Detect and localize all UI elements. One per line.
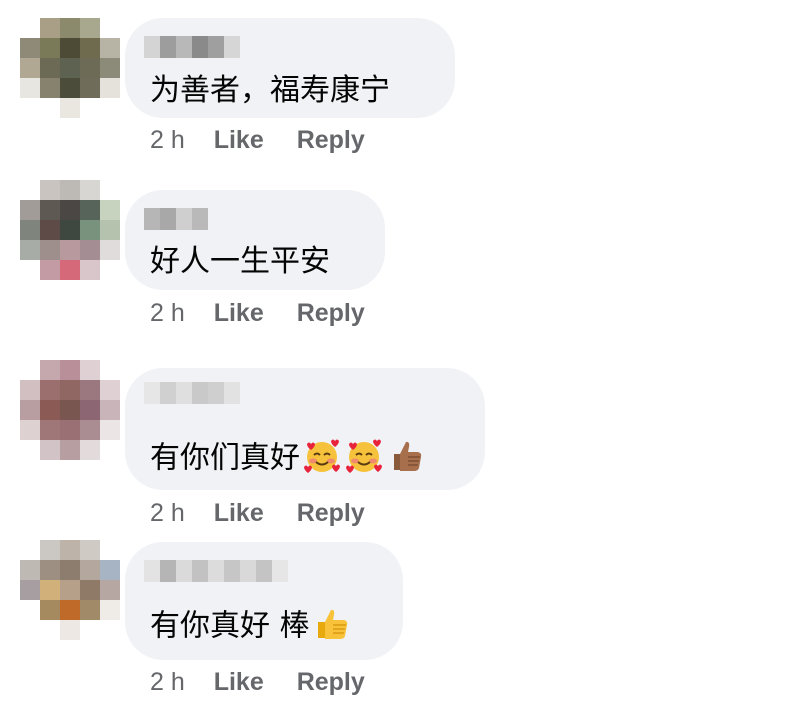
reply-button[interactable]: Reply <box>297 299 365 327</box>
like-button[interactable]: Like <box>214 299 264 327</box>
thumbs-up-icon <box>312 604 352 650</box>
comment-bubble: 有你们真好 <box>125 368 485 490</box>
author-name-blurred[interactable] <box>144 36 240 58</box>
comment-time[interactable]: 2 h <box>150 668 185 696</box>
reply-button[interactable]: Reply <box>297 126 365 154</box>
avatar[interactable] <box>20 180 120 280</box>
comment-actions: 2 h Like Reply <box>150 670 365 695</box>
comment-text: 好人一生平安 <box>150 244 330 279</box>
comment-text: 有你们真好 <box>150 436 426 482</box>
reply-button[interactable]: Reply <box>297 499 365 527</box>
author-name-blurred[interactable] <box>144 208 208 230</box>
like-button[interactable]: Like <box>214 668 264 696</box>
avatar[interactable] <box>20 540 120 640</box>
like-button[interactable]: Like <box>214 126 264 154</box>
comment-time[interactable]: 2 h <box>150 126 185 154</box>
comment-actions: 2 h Like Reply <box>150 128 365 153</box>
comment-time[interactable]: 2 h <box>150 299 185 327</box>
smiling-face-with-hearts-icon <box>344 436 384 482</box>
thumbs-up-medium-skin-icon <box>386 436 426 482</box>
comment-actions: 2 h Like Reply <box>150 501 365 526</box>
comment-bubble: 有你真好 棒 <box>125 542 403 660</box>
avatar[interactable] <box>20 360 120 460</box>
comment-text-body: 有你真好 棒 <box>150 608 310 644</box>
comment-time[interactable]: 2 h <box>150 499 185 527</box>
comment-text-body: 有你们真好 <box>150 440 300 476</box>
reply-button[interactable]: Reply <box>297 668 365 696</box>
avatar[interactable] <box>20 18 120 118</box>
comment-actions: 2 h Like Reply <box>150 301 365 326</box>
comment-text: 有你真好 棒 <box>150 604 352 650</box>
comment-bubble: 好人一生平安 <box>125 190 385 290</box>
author-name-blurred[interactable] <box>144 382 240 404</box>
author-name-blurred[interactable] <box>144 560 288 582</box>
smiling-face-with-hearts-icon <box>302 436 342 482</box>
like-button[interactable]: Like <box>214 499 264 527</box>
comment-text: 为善者，福寿康宁 <box>150 73 390 108</box>
comment-bubble: 为善者，福寿康宁 <box>125 18 455 118</box>
